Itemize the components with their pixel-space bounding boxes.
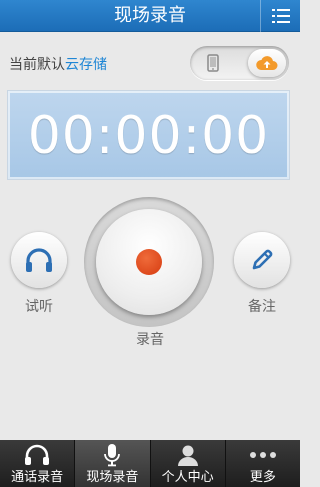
bottom-tab-bar: 通话录音 现场录音 个人中心 更多 [0,440,300,487]
record-button[interactable] [96,209,202,315]
storage-toggle[interactable] [190,46,289,80]
listen-button[interactable] [11,232,67,288]
listen-label: 试听 [25,299,53,315]
more-dots-icon [249,452,276,458]
tab-call-recording[interactable]: 通话录音 [0,440,76,487]
storage-location: 云存储 [65,57,107,73]
list-menu-icon [271,9,290,23]
tab-more[interactable]: 更多 [226,440,300,487]
tab-label: 更多 [249,470,276,485]
cloud-storage-option[interactable] [248,49,286,77]
menu-button[interactable] [261,0,300,32]
record-dot-icon [136,249,162,275]
timer-value: 00:00:00 [27,106,270,166]
tab-label: 通话录音 [11,470,64,485]
tab-live-recording[interactable]: 现场录音 [75,440,151,487]
tab-icon-wrap [0,443,74,467]
phone-storage-option[interactable] [198,50,228,76]
pencil-icon [252,249,273,270]
phone-icon [207,54,219,72]
timer-display: 00:00:00 [7,90,290,180]
note-label: 备注 [248,299,276,315]
tab-icon-wrap [75,443,149,467]
title-bar: 现场录音 [0,0,300,32]
note-button[interactable] [234,232,290,288]
user-icon [177,445,198,466]
record-label: 录音 [136,332,164,348]
cloud-upload-icon [256,56,278,70]
page-title: 现场录音 [114,5,186,26]
tab-icon-wrap [226,443,300,467]
storage-prefix: 当前默认 [9,57,65,73]
microphone-icon [104,444,121,467]
tab-personal-center[interactable]: 个人中心 [151,440,226,487]
tab-label: 个人中心 [161,470,214,485]
headphones-icon [26,248,52,272]
storage-label: 当前默认云存储 [9,54,107,74]
tab-label: 现场录音 [86,470,139,485]
tab-icon-wrap [151,443,225,467]
phone-handset-icon [25,444,50,465]
